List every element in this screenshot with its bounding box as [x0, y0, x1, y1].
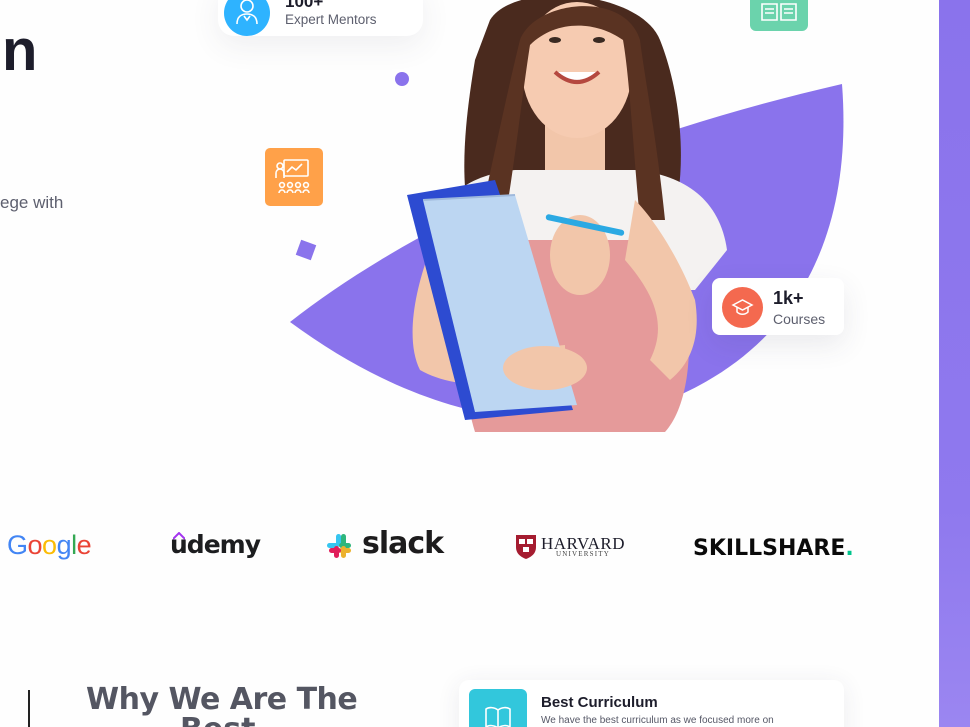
skillshare-logo[interactable]: SKILLSHARE. [693, 536, 854, 561]
graduation-cap-icon [722, 287, 763, 328]
google-logo[interactable]: Google [7, 530, 92, 561]
slack-hash-icon [327, 534, 351, 558]
why-section-title-line2: Best [180, 714, 280, 727]
side-accent-strip [939, 0, 970, 727]
mentors-label: Expert Mentors [285, 12, 377, 27]
courses-count: 1k+ [773, 288, 804, 308]
open-book-icon [469, 689, 527, 727]
feature-card-curriculum[interactable]: Best Curriculum We have the best curricu… [459, 680, 844, 727]
mentors-count: 100+ [285, 0, 324, 11]
feature-description: We have the best curriculum as we focuse… [541, 715, 774, 726]
harvard-subtitle: UNIVERSITY [556, 550, 610, 558]
book-icon [750, 0, 808, 31]
section-divider [28, 690, 30, 727]
skillshare-text: SKILLSHARE [693, 536, 846, 561]
courses-stat-card: 1k+ Courses [712, 278, 844, 335]
presentation-icon [265, 148, 323, 206]
feature-title: Best Curriculum [541, 694, 658, 711]
student-girl-photo [407, 0, 727, 432]
landing-page: n ege with 100+ Expert Mentors 1k+ Cours… [0, 0, 970, 727]
courses-label: Courses [773, 311, 826, 327]
why-section-title: Why We Are The [86, 682, 358, 717]
udemy-hat-icon [173, 532, 185, 540]
skillshare-dot: . [845, 536, 854, 561]
harvard-shield-icon [516, 535, 536, 559]
hero-title: n [2, 18, 38, 83]
mentors-stat-card: 100+ Expert Mentors [218, 0, 423, 36]
partner-logos: Google udemy slack HARVARD SKILLSHARE. [0, 520, 940, 580]
slack-logo[interactable]: slack [362, 526, 444, 561]
hero-subtitle: ege with [0, 193, 64, 212]
mentor-icon [224, 0, 270, 36]
